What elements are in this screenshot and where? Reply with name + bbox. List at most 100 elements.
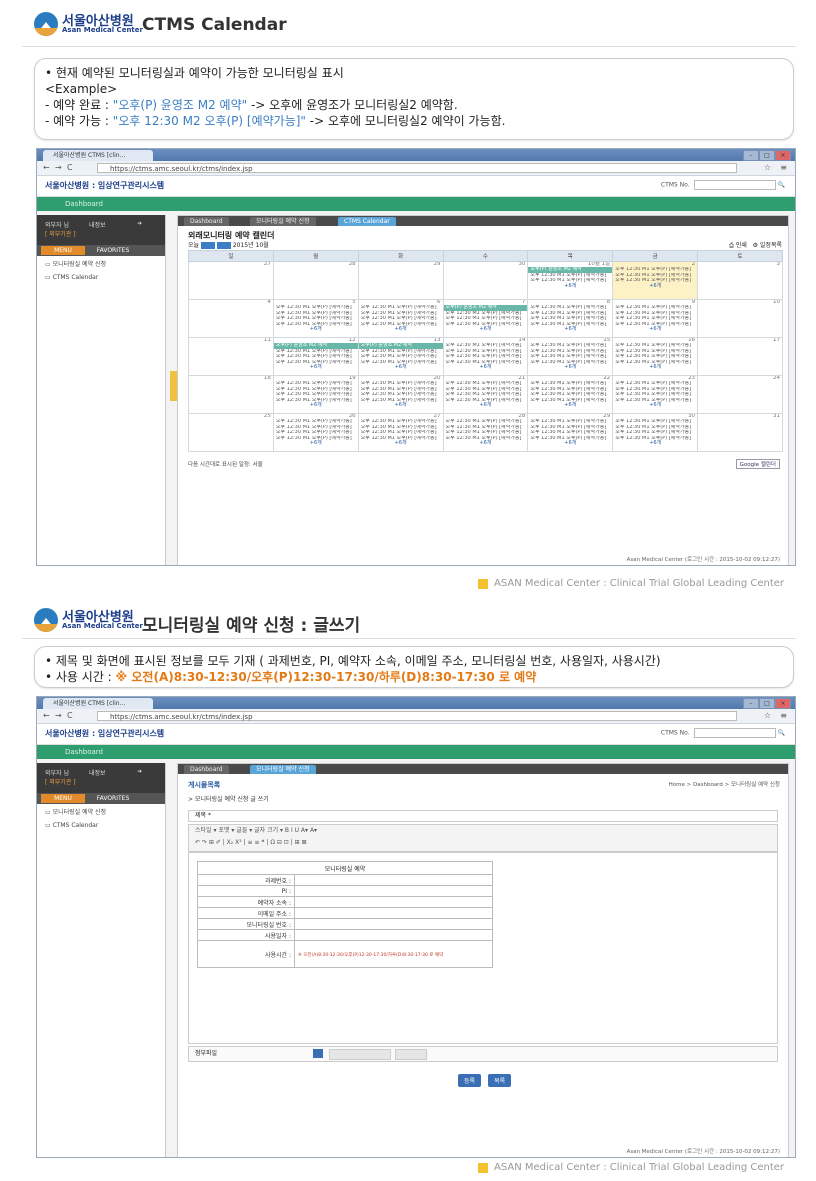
calendar-day-cell[interactable]: 23 오후 12:30 M1 오후(P) [예약가능] 오후 12:30 M1 오후…: [612, 375, 699, 414]
toolbar-row-tools[interactable]: ↶ ↷ ⊞ ✐ | X₂ X² | ≡ ≡ ❝ | Ω ⊟ ⊡ | ⊞ ⊠: [189, 837, 777, 849]
calendar-day-cell[interactable]: 11: [188, 337, 274, 376]
dashboard-link[interactable]: Dashboard: [65, 748, 103, 756]
subject-field[interactable]: 제목 *: [188, 810, 778, 822]
calendar-day-cell[interactable]: 20 오후 12:30 M1 오후(P) [예약가능] 오후 12:30 M1 오후…: [357, 375, 444, 414]
date-field[interactable]: [294, 929, 493, 941]
tab-menu[interactable]: MENU: [41, 794, 85, 803]
calendar-day-cell[interactable]: 27 오후 12:30 M1 오후(P) [예약가능] 오후 12:30 M1 오후…: [357, 413, 444, 452]
calendar-day-cell[interactable]: 29: [357, 261, 444, 300]
more-events-link[interactable]: +6개: [359, 440, 442, 446]
calendar-day-cell[interactable]: 13 오후(P) 윤영조 M2 예약 오후 12:30 M1 오후(P) [예약가능…: [357, 337, 444, 376]
ctms-no-input[interactable]: [693, 728, 776, 738]
prev-month-button[interactable]: [200, 242, 215, 249]
calendar-day-cell[interactable]: 31: [697, 413, 783, 452]
calendar-day-cell[interactable]: 19 오후 12:30 M1 오후(P) [예약가능] 오후 12:30 M1 오후…: [272, 375, 359, 414]
calendar-day-cell[interactable]: 27: [188, 261, 274, 300]
calendar-day-cell[interactable]: 30 오후 12:30 M1 오후(P) [예약가능] 오후 12:30 M1 오후…: [612, 413, 699, 452]
google-calendar-badge[interactable]: Google 캘린더: [735, 459, 780, 469]
list-view-button[interactable]: 일정목록: [760, 242, 782, 249]
next-month-button[interactable]: [216, 242, 231, 249]
calendar-day-cell[interactable]: 8 오후 12:30 M1 오후(P) [예약가능] 오후 12:30 M1 오후(…: [527, 299, 614, 338]
menu-icon[interactable]: ≡: [780, 163, 787, 172]
calendar-day-cell[interactable]: 30: [442, 261, 529, 300]
sidebar-item-reservation[interactable]: ▭ 모니터링실 예약 신청: [37, 804, 165, 819]
more-events-link[interactable]: +6개: [614, 283, 697, 289]
panel-collapse-handle[interactable]: [170, 371, 177, 401]
more-events-link[interactable]: +6개: [614, 402, 697, 408]
print-button[interactable]: 인쇄: [736, 242, 747, 249]
close-icon[interactable]: ×: [775, 150, 791, 161]
calendar-day-cell[interactable]: 26 오후 12:30 M1 오후(P) [예약가능] 오후 12:30 M1 오후…: [272, 413, 359, 452]
more-events-link[interactable]: +6개: [359, 402, 442, 408]
list-button[interactable]: 목록: [488, 1074, 512, 1087]
minimize-icon[interactable]: –: [743, 698, 759, 709]
email-field[interactable]: [294, 907, 493, 919]
more-events-link[interactable]: +6개: [614, 326, 697, 332]
affiliation-field[interactable]: [294, 896, 493, 908]
calendar-day-cell[interactable]: 3: [697, 261, 783, 300]
calendar-day-cell[interactable]: 25: [188, 413, 274, 452]
room-no-field[interactable]: [294, 918, 493, 930]
more-events-link[interactable]: +6개: [274, 326, 357, 332]
forward-icon[interactable]: →: [55, 163, 62, 172]
star-icon[interactable]: ☆: [764, 711, 771, 720]
search-icon[interactable]: 🔍: [778, 730, 785, 737]
tab-reservation[interactable]: 모니터링실 예약 신청: [250, 217, 316, 226]
my-info-link[interactable]: 내정보: [89, 220, 106, 229]
print-icon[interactable]: ⎙: [729, 242, 734, 249]
calendar-day-cell[interactable]: 28 오후 12:30 M1 오후(P) [예약가능] 오후 12:30 M1 오후…: [442, 413, 529, 452]
reload-icon[interactable]: C: [67, 711, 73, 720]
tab-calendar[interactable]: CTMS Calendar: [338, 217, 396, 226]
app-logo[interactable]: 서울아산병원 : 임상연구관리시스템: [45, 180, 164, 191]
attach-file-icon[interactable]: [313, 1049, 323, 1058]
more-events-link[interactable]: +6개: [529, 283, 612, 289]
close-icon[interactable]: ×: [775, 698, 791, 709]
tab-favorites[interactable]: FAVORITES: [89, 246, 137, 255]
file-name-field[interactable]: [329, 1049, 391, 1060]
search-icon[interactable]: 🔍: [778, 182, 785, 189]
more-events-link[interactable]: +6개: [444, 364, 527, 370]
more-events-link[interactable]: +6개: [274, 364, 357, 370]
maximize-icon[interactable]: □: [759, 698, 775, 709]
tab-dashboard[interactable]: Dashboard: [184, 217, 229, 226]
more-events-link[interactable]: +6개: [274, 440, 357, 446]
calendar-day-cell[interactable]: 14 오후 12:30 M1 오후(P) [예약가능] 오후 12:30 M1 오후…: [442, 337, 529, 376]
more-events-link[interactable]: +6개: [614, 440, 697, 446]
url-field[interactable]: https://ctms.amc.seoul.kr/ctms/index.jsp: [97, 163, 737, 173]
pi-field[interactable]: [294, 885, 493, 897]
today-button[interactable]: 오늘: [188, 242, 199, 249]
calendar-day-cell[interactable]: 6 오후 12:30 M1 오후(P) [예약가능] 오후 12:30 M1 오후(…: [357, 299, 444, 338]
reload-icon[interactable]: C: [67, 163, 73, 172]
more-events-link[interactable]: +6개: [444, 402, 527, 408]
more-events-link[interactable]: +6개: [444, 440, 527, 446]
sidebar-item-calendar[interactable]: ▭ CTMS Calendar: [37, 271, 165, 284]
browser-tab[interactable]: 서울아산병원 CTMS [clin...: [43, 150, 153, 161]
calendar-day-cell[interactable]: 15 오후 12:30 M1 오후(P) [예약가능] 오후 12:30 M1 오후…: [527, 337, 614, 376]
tab-favorites[interactable]: FAVORITES: [89, 794, 137, 803]
back-icon[interactable]: ←: [43, 711, 50, 720]
calendar-day-cell[interactable]: 22 오후 12:30 M1 오후(P) [예약가능] 오후 12:30 M1 오후…: [527, 375, 614, 414]
my-info-link[interactable]: 내정보: [89, 768, 106, 777]
more-events-link[interactable]: +6개: [529, 364, 612, 370]
maximize-icon[interactable]: □: [759, 150, 775, 161]
star-icon[interactable]: ☆: [764, 163, 771, 172]
submit-button[interactable]: 등록: [458, 1074, 482, 1087]
app-logo[interactable]: 서울아산병원 : 임상연구관리시스템: [45, 728, 164, 739]
settings-icon[interactable]: ⚙: [753, 242, 758, 249]
more-events-link[interactable]: +6개: [614, 364, 697, 370]
sidebar-item-calendar[interactable]: ▭ CTMS Calendar: [37, 819, 165, 832]
menu-icon[interactable]: ≡: [780, 711, 787, 720]
calendar-day-cell[interactable]: 21 오후 12:30 M1 오후(P) [예약가능] 오후 12:30 M1 오후…: [442, 375, 529, 414]
calendar-day-cell[interactable]: 2 오후 12:30 M1 오후(P) [예약가능] 오후 12:30 M1 오후(…: [612, 261, 699, 300]
file-browse-button[interactable]: [395, 1049, 427, 1060]
forward-icon[interactable]: →: [55, 711, 62, 720]
calendar-day-cell[interactable]: 28: [272, 261, 359, 300]
url-field[interactable]: https://ctms.amc.seoul.kr/ctms/index.jsp: [97, 711, 737, 721]
time-field[interactable]: ※ 오전(A)8:30-12:30/오후(P)12:30-17:30/하루(D)…: [294, 940, 493, 968]
tab-menu[interactable]: MENU: [41, 246, 85, 255]
more-events-link[interactable]: +6개: [529, 402, 612, 408]
calendar-day-cell[interactable]: 4: [188, 299, 274, 338]
sidebar-item-reservation[interactable]: ▭ 모니터링실 예약 신청: [37, 256, 165, 271]
calendar-day-cell[interactable]: 12 오후(P) 윤영조 M2 예약 오후 12:30 M1 오후(P) [예약가능…: [272, 337, 359, 376]
logout-icon[interactable]: ➜: [137, 768, 142, 775]
